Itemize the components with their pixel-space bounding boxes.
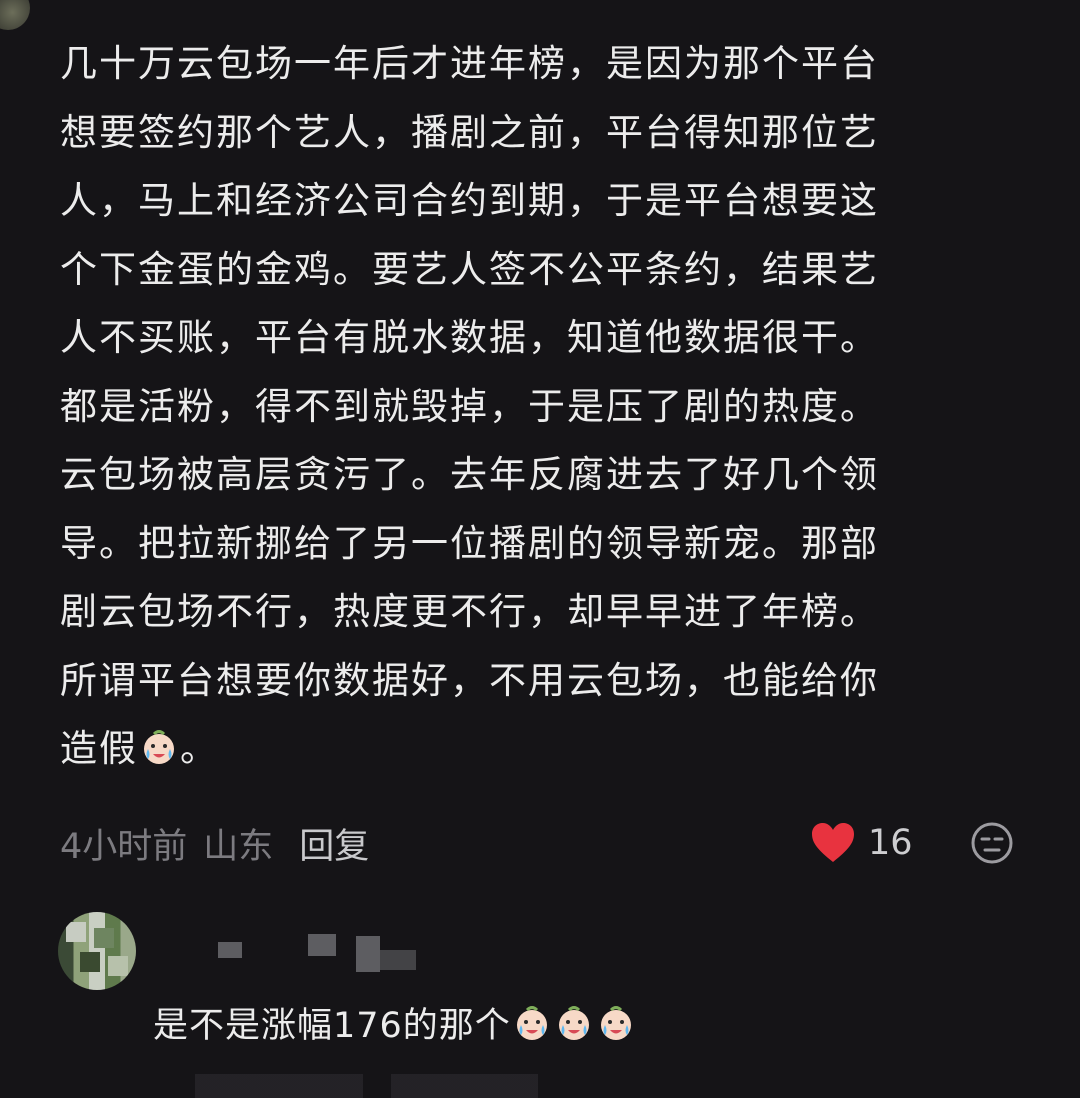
comment-line: 所谓平台想要你数据好，不用云包场，也能给你 bbox=[60, 658, 879, 702]
dislike-face-icon[interactable] bbox=[968, 819, 1016, 867]
comment-location: 山东 bbox=[203, 826, 274, 867]
crying-face-emoji-icon bbox=[558, 1006, 589, 1040]
comment-last-period: 。 bbox=[180, 727, 219, 770]
comment-line: 个下金蛋的金鸡。要艺人签不公平条约，结果艺 bbox=[60, 247, 879, 291]
reply-item: 是不是涨幅176的那个 bbox=[58, 912, 1048, 1098]
comment-line: 人不买账，平台有脱水数据，知道他数据很干。 bbox=[60, 316, 879, 359]
corner-avatar-fragment bbox=[0, 0, 30, 30]
crying-face-emoji-icon bbox=[144, 730, 174, 764]
crying-face-emoji-icon bbox=[600, 1006, 631, 1040]
comment-line: 导。把拉新挪给了另一位播剧的领导新宠。那部 bbox=[60, 521, 879, 565]
truncated-meta-row bbox=[153, 1074, 853, 1098]
comment-meta-row: 4小时前 山东 回复 16 bbox=[60, 815, 1020, 871]
comment-line-last: 造假 。 bbox=[60, 715, 1050, 784]
comment-line: 几十万云包场一年后才进年榜，是因为那个平台 bbox=[60, 42, 879, 85]
comment-line: 剧云包场不行，热度更不行，却早早进了年榜。 bbox=[60, 590, 879, 633]
comment-last-text: 造假 bbox=[60, 727, 138, 770]
comment-body: 几十万云包场一年后才进年榜，是因为那个平台 想要签约那个艺人，播剧之前，平台得知… bbox=[60, 30, 1050, 784]
avatar[interactable] bbox=[58, 912, 136, 990]
crying-face-emoji-icon bbox=[516, 1006, 547, 1040]
reply-message: 是不是涨幅176的那个 bbox=[153, 1006, 511, 1046]
comment-line: 都是活粉，得不到就毁掉，于是压了剧的热度。 bbox=[60, 384, 879, 428]
comment-line: 云包场被高层贪污了。去年反腐进去了好几个领 bbox=[60, 453, 879, 496]
like-button[interactable]: 16 bbox=[810, 815, 913, 871]
username-blurred[interactable] bbox=[208, 930, 508, 972]
comment-line: 想要签约那个艺人，播剧之前，平台得知那位艺 bbox=[60, 110, 879, 154]
reply-button[interactable]: 回复 bbox=[299, 818, 369, 869]
like-count: 16 bbox=[868, 823, 913, 863]
heart-icon bbox=[812, 823, 854, 862]
reply-text: 是不是涨幅176的那个 bbox=[153, 997, 637, 1048]
comment-line: 人，马上和经济公司合约到期，于是平台想要这 bbox=[60, 179, 879, 222]
comment-time: 4小时前 bbox=[60, 826, 188, 867]
